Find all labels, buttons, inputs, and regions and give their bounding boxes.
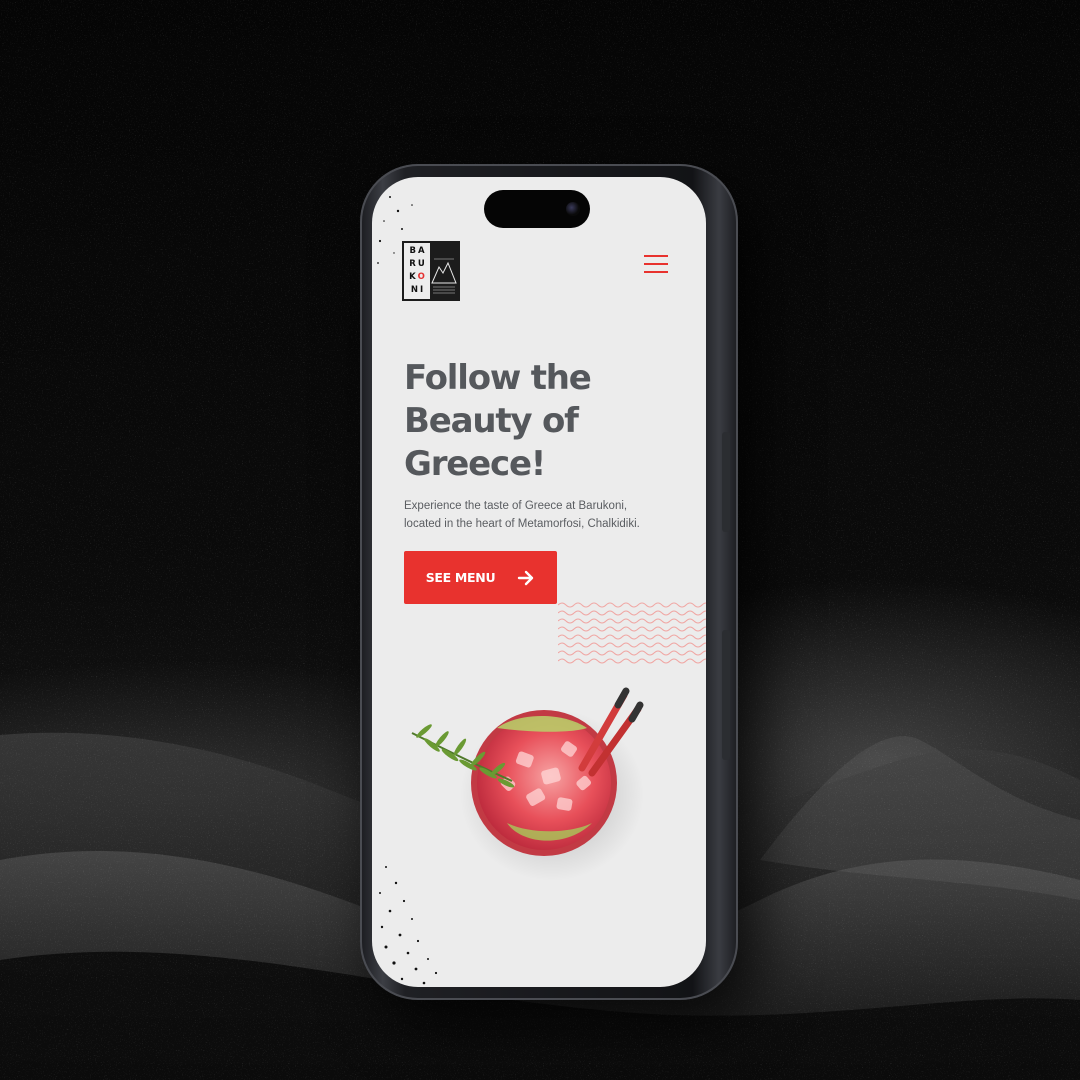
phone-side-button (722, 432, 730, 532)
phone-side-button (722, 630, 730, 760)
camera-icon (566, 202, 580, 216)
dynamic-island (484, 190, 590, 228)
phone-screen: BA RU KO NI Follow the Beauty of Greece!… (372, 177, 706, 987)
sand-speckle-overlay (377, 196, 438, 985)
